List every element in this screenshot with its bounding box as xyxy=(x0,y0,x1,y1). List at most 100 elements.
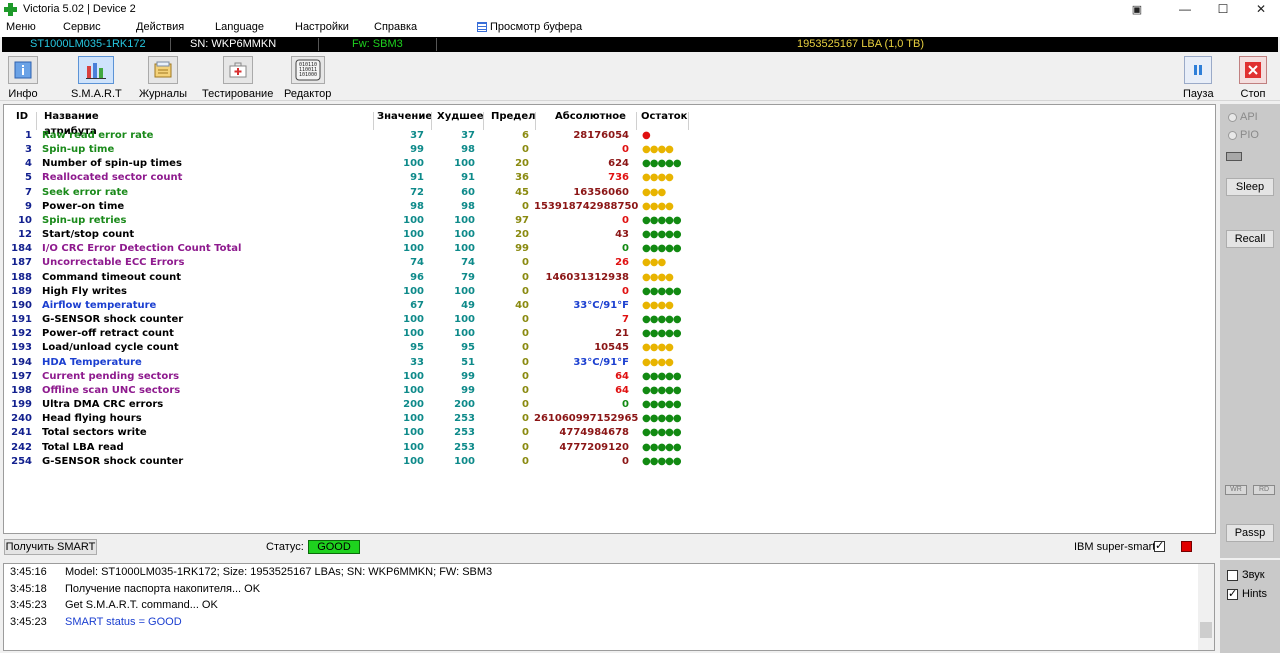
svg-text:101000: 101000 xyxy=(299,72,317,78)
column-header-remain[interactable]: Остаток xyxy=(641,109,687,124)
column-header-value[interactable]: Значение xyxy=(377,109,432,124)
attribute-raw: 624 xyxy=(608,158,629,170)
attribute-raw: 0 xyxy=(622,399,629,411)
journals-button[interactable]: Журналы xyxy=(139,56,187,100)
attribute-value: 37 xyxy=(410,130,424,141)
table-row[interactable]: 7 Seek error rate 72 60 45 16356060 ●●● xyxy=(4,186,704,200)
attribute-value: 100 xyxy=(403,413,424,425)
attribute-threshold: 6 xyxy=(522,130,529,141)
info-button[interactable]: Инфо xyxy=(8,56,38,100)
recall-button[interactable]: Recall xyxy=(1226,230,1274,248)
column-header-raw[interactable]: Абсолютное xyxy=(555,109,626,124)
attribute-id: 254 xyxy=(11,455,32,467)
stop-button[interactable]: Стоп xyxy=(1239,56,1267,100)
table-row[interactable]: 199 Ultra DMA CRC errors 200 200 0 0 ●●●●● xyxy=(4,398,704,412)
table-row[interactable]: 5 Reallocated sector count 91 91 36 736 ●●●● xyxy=(4,171,704,185)
attribute-threshold: 36 xyxy=(515,172,529,184)
column-header-name[interactable]: Название атрибута xyxy=(44,109,99,137)
pause-button[interactable]: Пауза xyxy=(1183,56,1214,100)
hints-checkbox[interactable] xyxy=(1227,587,1238,600)
get-smart-button[interactable]: Получить SMART xyxy=(4,539,97,555)
column-header-worst[interactable]: Худшее xyxy=(437,109,484,124)
table-row[interactable]: 241 Total sectors write 100 253 0 4774984678 ●… xyxy=(4,426,704,440)
log-scroll-thumb[interactable] xyxy=(1200,622,1212,638)
smart-chart-icon xyxy=(78,56,115,84)
attribute-name: Seek error rate xyxy=(42,186,129,198)
table-row[interactable]: 197 Current pending sectors 100 99 0 64 ●●●●● xyxy=(4,370,704,384)
table-row[interactable]: 188 Command timeout count 96 79 0 14603131293… xyxy=(4,271,704,285)
attribute-worst: 253 xyxy=(454,441,475,453)
table-row[interactable]: 189 High Fly writes 100 100 0 0 ●●●●● xyxy=(4,285,704,299)
attribute-worst: 100 xyxy=(454,328,475,340)
attribute-raw: 4774984678 xyxy=(559,427,629,439)
menu-item-help[interactable]: Справка xyxy=(374,21,417,33)
table-row[interactable]: 9 Power-on time 98 98 0 153918742988750 ●●●● xyxy=(4,200,704,214)
menu-item-actions[interactable]: Действия xyxy=(136,21,184,33)
right-control-panel: API PIO Sleep Recall WR RD Passp xyxy=(1220,104,1280,558)
attribute-id: 10 xyxy=(18,214,32,226)
attribute-worst: 253 xyxy=(454,413,475,425)
passport-button[interactable]: Passp xyxy=(1226,524,1274,542)
wr-indicator: WR xyxy=(1225,485,1247,495)
attribute-remain: ●●●●● xyxy=(642,314,682,326)
column-header-threshold[interactable]: Предел xyxy=(491,109,536,124)
attribute-worst: 60 xyxy=(461,186,475,198)
attribute-value: 100 xyxy=(403,370,424,382)
pio-radio[interactable]: PIO xyxy=(1228,129,1259,141)
restore-layout-button[interactable]: ▣ xyxy=(1122,0,1152,18)
close-window-button[interactable]: ✕ xyxy=(1242,0,1280,18)
attribute-threshold: 20 xyxy=(515,158,529,170)
editor-button[interactable]: 010110 110011 101000 Редактор xyxy=(284,56,331,100)
view-buffer-menu[interactable]: Просмотр буфера xyxy=(477,21,582,33)
table-row[interactable]: 242 Total LBA read 100 253 0 4777209120 ●●●●● xyxy=(4,441,704,455)
log-message: SMART status = GOOD xyxy=(65,616,182,629)
menu-item-language[interactable]: Language xyxy=(215,21,264,33)
table-row[interactable]: 194 HDA Temperature 33 51 0 33°C/91°F ●●●● xyxy=(4,356,704,370)
drive-model: ST1000LM035-1RK172 xyxy=(30,38,146,50)
attribute-worst: 100 xyxy=(454,214,475,226)
table-row[interactable]: 240 Head flying hours 100 253 0 2610609971529… xyxy=(4,412,704,426)
attribute-threshold: 0 xyxy=(522,384,529,396)
attribute-raw: 0 xyxy=(622,243,629,255)
menu-item-menu[interactable]: Меню xyxy=(6,21,36,33)
ibm-super-smart-checkbox[interactable] xyxy=(1154,539,1165,552)
attribute-id: 240 xyxy=(11,413,32,425)
attribute-worst: 98 xyxy=(461,144,475,156)
testing-button[interactable]: Тестирование xyxy=(202,56,273,100)
menu-item-settings[interactable]: Настройки xyxy=(295,21,349,33)
sleep-button[interactable]: Sleep xyxy=(1226,178,1274,196)
table-row[interactable]: 4 Number of spin-up times 100 100 20 624 ●●●●● xyxy=(4,157,704,171)
table-row[interactable]: 1 Raw read error rate 37 37 6 28176054 ● xyxy=(4,129,704,143)
table-row[interactable]: 198 Offline scan UNC sectors 100 99 0 64 ●●●●● xyxy=(4,384,704,398)
table-row[interactable]: 10 Spin-up retries 100 100 97 0 ●●●●● xyxy=(4,214,704,228)
table-row[interactable]: 184 I/O CRC Error Detection Count Total 10… xyxy=(4,242,704,256)
table-row[interactable]: 191 G-SENSOR shock counter 100 100 0 7 ●●●●● xyxy=(4,313,704,327)
minimize-button[interactable]: — xyxy=(1166,0,1204,18)
attribute-threshold: 0 xyxy=(522,441,529,453)
attribute-raw: 21 xyxy=(615,328,629,340)
drive-info-bar: ST1000LM035-1RK172 SN: WKP6MMKN Fw: SBM3… xyxy=(2,37,1278,52)
table-row[interactable]: 190 Airflow temperature 67 49 40 33°C/91°F ●●●… xyxy=(4,299,704,313)
sound-checkbox[interactable] xyxy=(1227,569,1238,581)
table-row[interactable]: 187 Uncorrectable ECC Errors 74 74 0 26 ●●● xyxy=(4,256,704,270)
attribute-worst: 253 xyxy=(454,427,475,439)
table-row[interactable]: 193 Load/unload cycle count 95 95 0 10545 ●●●● xyxy=(4,341,704,355)
column-header-id[interactable]: ID xyxy=(16,109,28,124)
attribute-id: 189 xyxy=(11,285,32,297)
table-row[interactable]: 254 G-SENSOR shock counter 100 100 0 0 ●●●●● xyxy=(4,455,704,469)
table-row[interactable]: 3 Spin-up time 99 98 0 0 ●●●● xyxy=(4,143,704,157)
hints-option[interactable]: Hints xyxy=(1227,587,1267,600)
attribute-id: 1 xyxy=(25,130,32,141)
log-scrollbar[interactable] xyxy=(1198,564,1214,650)
menu-item-service[interactable]: Сервис xyxy=(63,21,101,33)
smart-button[interactable]: S.M.A.R.T xyxy=(71,56,122,100)
attribute-value: 100 xyxy=(403,384,424,396)
log-line: 3:45:23 SMART status = GOOD xyxy=(10,616,182,632)
title-bar: Victoria 5.02 | Device 2 ▣ — ☐ ✕ xyxy=(0,0,1280,18)
sound-option[interactable]: Звук xyxy=(1227,569,1265,581)
maximize-button[interactable]: ☐ xyxy=(1204,0,1242,18)
table-row[interactable]: 12 Start/stop count 100 100 20 43 ●●●●● xyxy=(4,228,704,242)
attribute-name: Ultra DMA CRC errors xyxy=(42,399,164,411)
table-row[interactable]: 192 Power-off retract count 100 100 0 21 ●●●●● xyxy=(4,327,704,341)
api-radio[interactable]: API xyxy=(1228,111,1258,123)
